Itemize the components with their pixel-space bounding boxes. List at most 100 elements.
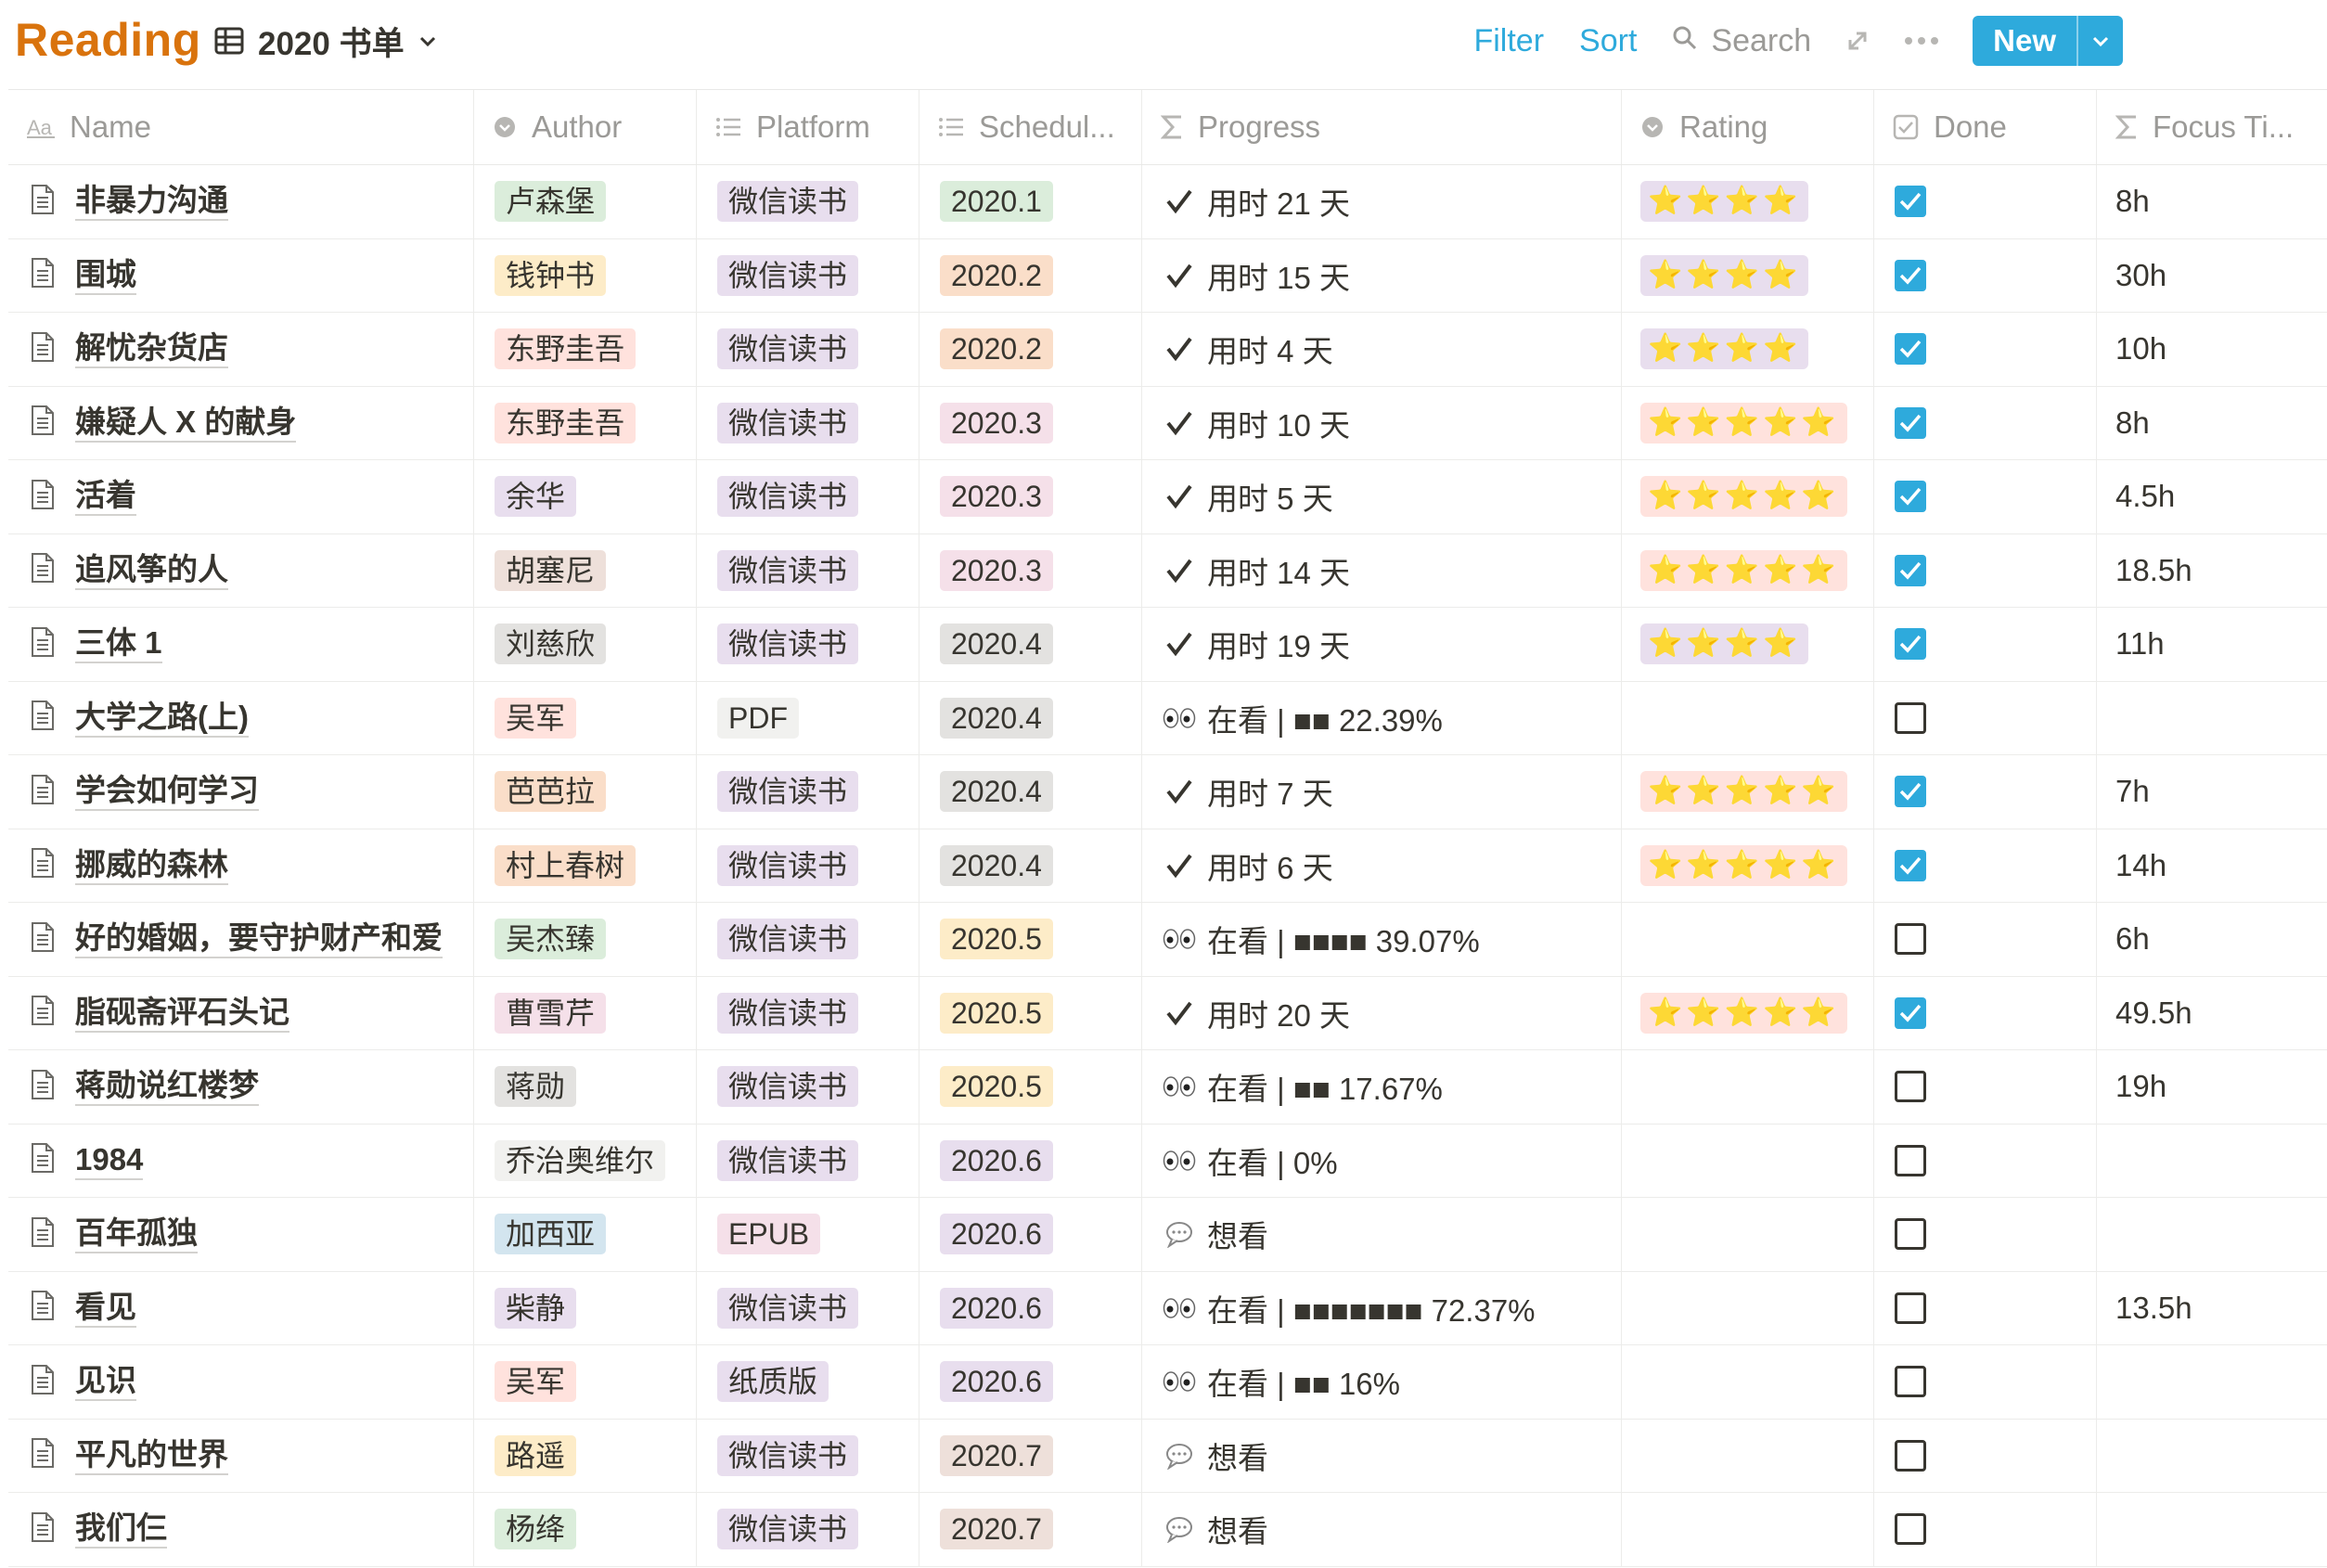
done-checkbox[interactable]	[1895, 481, 1926, 513]
focus-time-cell[interactable]: 14h	[2097, 829, 2327, 903]
done-checkbox[interactable]	[1895, 1292, 1926, 1324]
book-title[interactable]: 挪威的森林	[75, 846, 228, 885]
done-checkbox[interactable]	[1895, 628, 1926, 661]
progress-cell[interactable]: 在看 | ■■■■■■■ 72.37%	[1142, 1271, 1622, 1344]
progress-cell[interactable]: 用时 21 天	[1142, 165, 1622, 238]
name-cell[interactable]: 追风筝的人	[8, 533, 474, 607]
focus-time-cell[interactable]	[2097, 1420, 2327, 1493]
schedule-cell[interactable]: 2020.6	[919, 1345, 1142, 1419]
expand-icon[interactable]	[1845, 28, 1871, 54]
platform-cell[interactable]: 微信读书	[697, 829, 919, 902]
schedule-cell[interactable]: 2020.6	[919, 1124, 1142, 1197]
new-button[interactable]: New	[1973, 16, 2123, 66]
author-cell[interactable]: 加西亚	[474, 1198, 697, 1271]
book-title[interactable]: 学会如何学习	[75, 772, 259, 812]
author-cell[interactable]: 吴军	[474, 681, 697, 754]
author-cell[interactable]: 村上春树	[474, 829, 697, 902]
rating-cell[interactable]	[1622, 1198, 1874, 1271]
progress-cell[interactable]: 用时 6 天	[1142, 829, 1622, 902]
platform-cell[interactable]: 微信读书	[697, 903, 919, 976]
author-cell[interactable]: 钱钟书	[474, 238, 697, 312]
done-checkbox[interactable]	[1895, 1144, 1926, 1176]
progress-cell[interactable]: 在看 | 0%	[1142, 1124, 1622, 1197]
schedule-cell[interactable]: 2020.3	[919, 386, 1142, 459]
book-title[interactable]: 平凡的世界	[75, 1436, 228, 1475]
done-checkbox[interactable]	[1895, 333, 1926, 366]
book-title[interactable]: 看见	[75, 1289, 136, 1328]
platform-cell[interactable]: 纸质版	[697, 1345, 919, 1419]
name-cell[interactable]: 平凡的世界	[8, 1419, 474, 1492]
rating-cell[interactable]	[1622, 1050, 1874, 1124]
focus-time-cell[interactable]: 11h	[2097, 608, 2327, 681]
focus-time-cell[interactable]	[2097, 1125, 2327, 1198]
schedule-cell[interactable]: 2020.1	[919, 165, 1142, 238]
progress-cell[interactable]: 在看 | ■■■■ 39.07%	[1142, 903, 1622, 976]
column-header-rating[interactable]: Rating	[1622, 90, 1874, 164]
platform-cell[interactable]: 微信读书	[697, 1419, 919, 1492]
table-row[interactable]: 百年孤独 加西亚 EPUB 2020.6 想看	[8, 1198, 2327, 1272]
done-checkbox[interactable]	[1895, 1439, 1926, 1472]
progress-cell[interactable]: 想看	[1142, 1198, 1622, 1271]
table-row[interactable]: 学会如何学习 芭芭拉 微信读书 2020.4 用时 7 天 ⭐⭐⭐⭐⭐ 7h	[8, 755, 2327, 829]
focus-time-cell[interactable]: 49.5h	[2097, 977, 2327, 1050]
author-cell[interactable]: 路遥	[474, 1419, 697, 1492]
table-row[interactable]: 见识 吴军 纸质版 2020.6 在看 | ■■ 16%	[8, 1345, 2327, 1420]
focus-time-cell[interactable]: 4.5h	[2097, 460, 2327, 533]
progress-cell[interactable]: 想看	[1142, 1493, 1622, 1566]
book-title[interactable]: 嫌疑人 X 的献身	[75, 404, 297, 443]
schedule-cell[interactable]: 2020.4	[919, 608, 1142, 681]
table-row[interactable]: 三体 1 刘慈欣 微信读书 2020.4 用时 19 天 ⭐⭐⭐⭐ 11h	[8, 608, 2327, 682]
focus-time-cell[interactable]	[2097, 1493, 2327, 1566]
author-cell[interactable]: 吴杰臻	[474, 903, 697, 976]
author-cell[interactable]: 刘慈欣	[474, 608, 697, 681]
focus-time-cell[interactable]: 8h	[2097, 165, 2327, 238]
book-title[interactable]: 活着	[75, 477, 136, 517]
platform-cell[interactable]: 微信读书	[697, 386, 919, 459]
progress-cell[interactable]: 用时 14 天	[1142, 533, 1622, 607]
focus-time-cell[interactable]: 8h	[2097, 387, 2327, 460]
rating-cell[interactable]: ⭐⭐⭐⭐⭐	[1622, 755, 1874, 829]
platform-cell[interactable]: PDF	[697, 681, 919, 754]
table-row[interactable]: 脂砚斋评石头记 曹雪芹 微信读书 2020.5 用时 20 天 ⭐⭐⭐⭐⭐ 49.5h	[8, 976, 2327, 1050]
platform-cell[interactable]: 微信读书	[697, 1271, 919, 1344]
table-row[interactable]: 大学之路(上) 吴军 PDF 2020.4 在看 | ■■ 22.39%	[8, 681, 2327, 755]
rating-cell[interactable]: ⭐⭐⭐⭐⭐	[1622, 460, 1874, 533]
book-title[interactable]: 百年孤独	[75, 1215, 198, 1254]
done-checkbox[interactable]	[1895, 406, 1926, 439]
done-checkbox[interactable]	[1895, 1366, 1926, 1398]
name-cell[interactable]: 挪威的森林	[8, 829, 474, 902]
progress-cell[interactable]: 在看 | ■■ 22.39%	[1142, 681, 1622, 754]
author-cell[interactable]: 芭芭拉	[474, 755, 697, 829]
book-title[interactable]: 蒋勋说红楼梦	[75, 1067, 259, 1107]
author-cell[interactable]: 柴静	[474, 1271, 697, 1344]
book-title[interactable]: 好的婚姻，要守护财产和爱	[75, 919, 443, 959]
table-row[interactable]: 围城 钱钟书 微信读书 2020.2 用时 15 天 ⭐⭐⭐⭐ 30h	[8, 238, 2327, 313]
focus-time-cell[interactable]: 19h	[2097, 1050, 2327, 1124]
progress-cell[interactable]: 用时 19 天	[1142, 608, 1622, 681]
rating-cell[interactable]: ⭐⭐⭐⭐⭐	[1622, 386, 1874, 459]
platform-cell[interactable]: 微信读书	[697, 1493, 919, 1566]
book-title[interactable]: 脂砚斋评石头记	[75, 994, 289, 1033]
rating-cell[interactable]: ⭐⭐⭐⭐	[1622, 608, 1874, 681]
progress-cell[interactable]: 用时 10 天	[1142, 386, 1622, 459]
table-row[interactable]: 平凡的世界 路遥 微信读书 2020.7 想看	[8, 1419, 2327, 1493]
table-row[interactable]: 非暴力沟通 卢森堡 微信读书 2020.1 用时 21 天 ⭐⭐⭐⭐ 8h	[8, 165, 2327, 239]
view-switcher[interactable]: 2020 书单	[213, 19, 438, 63]
author-cell[interactable]: 乔治奥维尔	[474, 1124, 697, 1197]
platform-cell[interactable]: EPUB	[697, 1198, 919, 1271]
focus-time-cell[interactable]	[2097, 682, 2327, 755]
rating-cell[interactable]: ⭐⭐⭐⭐	[1622, 238, 1874, 312]
book-title[interactable]: 大学之路(上)	[75, 699, 249, 738]
table-row[interactable]: 我们仨 杨绛 微信读书 2020.7 想看	[8, 1493, 2327, 1567]
progress-cell[interactable]: 用时 7 天	[1142, 755, 1622, 829]
progress-cell[interactable]: 在看 | ■■ 17.67%	[1142, 1050, 1622, 1124]
done-checkbox[interactable]	[1895, 554, 1926, 586]
table-row[interactable]: 挪威的森林 村上春树 微信读书 2020.4 用时 6 天 ⭐⭐⭐⭐⭐ 14h	[8, 829, 2327, 903]
schedule-cell[interactable]: 2020.2	[919, 238, 1142, 312]
book-title[interactable]: 围城	[75, 256, 136, 295]
name-cell[interactable]: 学会如何学习	[8, 755, 474, 829]
done-checkbox[interactable]	[1895, 186, 1926, 218]
schedule-cell[interactable]: 2020.7	[919, 1493, 1142, 1566]
name-cell[interactable]: 脂砚斋评石头记	[8, 976, 474, 1049]
done-checkbox[interactable]	[1895, 1071, 1926, 1103]
